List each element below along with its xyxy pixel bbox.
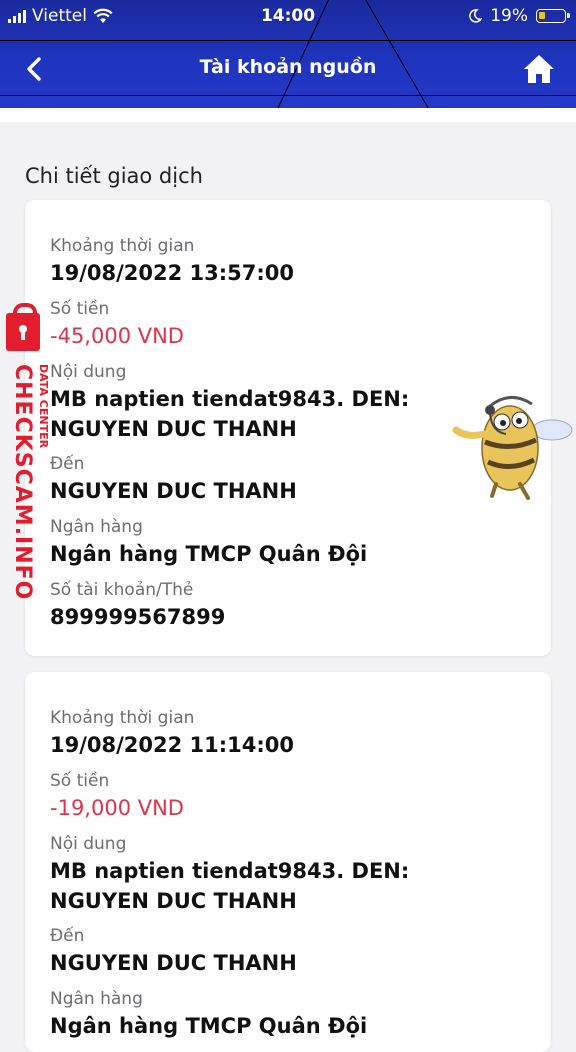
home-button[interactable] <box>522 52 556 86</box>
amount-field: Số tiền -45,000 VND <box>50 299 184 351</box>
transaction-card: Khoảng thời gian 19/08/2022 11:14:00 Số … <box>25 672 551 1052</box>
amount-value: -45,000 VND <box>50 324 184 348</box>
time-label: Khoảng thời gian <box>50 236 195 256</box>
moon-icon <box>469 9 483 23</box>
to-label: Đến <box>50 454 85 474</box>
content-line-1: MB naptien tiendat9843. DEN: <box>50 859 410 883</box>
amount-field: Số tiền -19,000 VND <box>50 771 184 823</box>
watermark-subtext: DATA CENTER <box>37 364 50 449</box>
bank-label: Ngân hàng <box>50 989 143 1009</box>
battery-percent: 19% <box>490 6 528 26</box>
bank-label: Ngân hàng <box>50 517 143 537</box>
account-label: Số tài khoản/Thẻ <box>50 580 194 600</box>
bee-mascot-icon <box>452 396 573 500</box>
bank-field: Ngân hàng Ngân hàng TMCP Quân Đội <box>50 989 367 1041</box>
to-field: Đến NGUYEN DUC THANH <box>50 454 297 506</box>
bank-value: Ngân hàng TMCP Quân Đội <box>50 1014 368 1038</box>
time-value: 19/08/2022 11:14:00 <box>50 733 295 757</box>
page-title: Tài khoản nguồn <box>199 56 377 78</box>
amount-label: Số tiền <box>50 299 110 319</box>
battery-icon <box>536 9 570 23</box>
time-field: Khoảng thời gian 19/08/2022 11:14:00 <box>50 708 294 760</box>
header-decoration <box>0 95 576 97</box>
bank-value: Ngân hàng TMCP Quân Đội <box>50 542 368 566</box>
to-value: NGUYEN DUC THANH <box>50 951 297 975</box>
account-value: 899999567899 <box>50 605 226 629</box>
status-bar: Viettel 14:00 19% <box>0 0 576 34</box>
header-decoration <box>0 40 576 42</box>
amount-value: -19,000 VND <box>50 796 184 820</box>
to-field: Đến NGUYEN DUC THANH <box>50 926 297 978</box>
time-value: 19/08/2022 13:57:00 <box>50 261 295 285</box>
to-value: NGUYEN DUC THANH <box>50 479 297 503</box>
time-field: Khoảng thời gian 19/08/2022 13:57:00 <box>50 236 294 288</box>
lock-icon <box>6 303 40 351</box>
content-label: Nội dung <box>50 834 127 854</box>
to-label: Đến <box>50 926 85 946</box>
section-title: Chi tiết giao dịch <box>25 164 203 188</box>
amount-label: Số tiền <box>50 771 110 791</box>
content-top-strip <box>0 108 576 122</box>
content-line-2: NGUYEN DUC THANH <box>50 889 297 913</box>
time-label: Khoảng thời gian <box>50 708 195 728</box>
content-line-1: MB naptien tiendat9843. DEN: <box>50 387 410 411</box>
content-field: Nội dung MB naptien tiendat9843. DEN: NG… <box>50 834 409 916</box>
content-label: Nội dung <box>50 362 127 382</box>
bank-field: Ngân hàng Ngân hàng TMCP Quân Đội <box>50 517 367 569</box>
account-field: Số tài khoản/Thẻ 899999567899 <box>50 580 225 632</box>
content-field: Nội dung MB naptien tiendat9843. DEN: NG… <box>50 362 409 444</box>
status-right: 19% <box>468 6 570 26</box>
content-line-2: NGUYEN DUC THANH <box>50 417 297 441</box>
app-header: Viettel 14:00 19% Tài khoản nguồn <box>0 0 576 108</box>
watermark-text: CHECKSCAM.INFO <box>10 364 35 601</box>
